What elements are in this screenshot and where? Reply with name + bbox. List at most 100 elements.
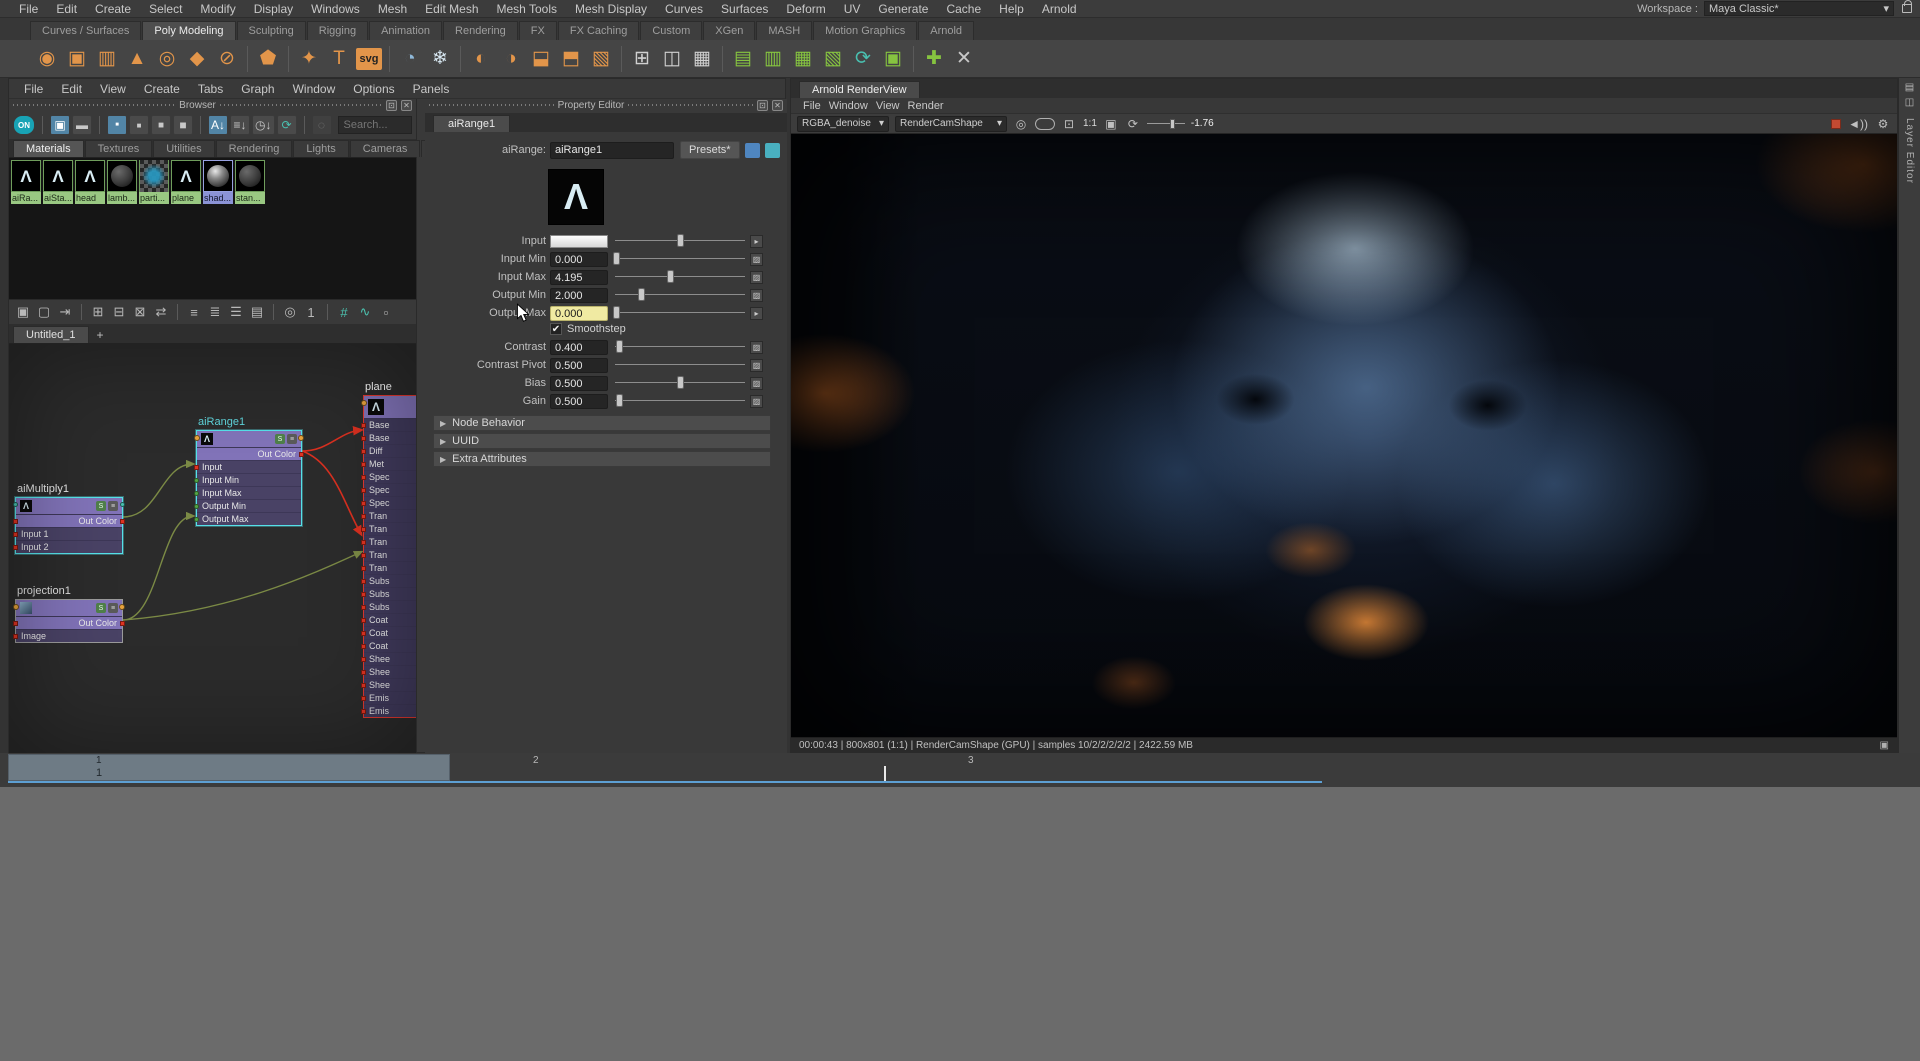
refresh-render-icon[interactable]: ⟳	[1125, 117, 1141, 131]
menu-item[interactable]: UV	[835, 2, 870, 16]
node-header[interactable]: ΛS≡	[197, 431, 301, 447]
swatch-size-xlarge-button[interactable]: ■	[173, 115, 193, 135]
shelf-smooth-icon[interactable]: ▧	[587, 45, 615, 73]
shelf-tab-rigging[interactable]: Rigging	[307, 21, 368, 40]
node-input-row[interactable]: Shee	[364, 665, 416, 678]
slider-handle[interactable]	[613, 252, 620, 265]
hypershade-menu-item[interactable]: File	[15, 82, 52, 96]
map-button[interactable]: ▨	[750, 289, 763, 302]
shelf-tab-animation[interactable]: Animation	[369, 21, 442, 40]
node-input-row[interactable]: Subs	[364, 574, 416, 587]
node-input-row[interactable]: Base	[364, 431, 416, 444]
material-tab-lights[interactable]: Lights	[293, 140, 348, 157]
menu-item[interactable]: Generate	[869, 2, 937, 16]
frame-all-icon[interactable]: ▣	[13, 302, 33, 322]
node-graph-canvas[interactable]: aiMultiply1ΛS≡Out ColorInput 1Input 2aiR…	[9, 343, 416, 755]
renderview-menu-item[interactable]: File	[803, 100, 829, 112]
search-nodes-icon[interactable]: ◎	[280, 302, 300, 322]
attribute-field[interactable]: 0.000	[550, 252, 608, 267]
node-port-orange[interactable]	[361, 400, 367, 406]
node-port-red[interactable]	[361, 514, 366, 519]
node-body[interactable]: S≡Out ColorImage	[15, 599, 123, 643]
node-input-row[interactable]: Coat	[364, 626, 416, 639]
node-input-row[interactable]: Tran	[364, 522, 416, 535]
show-graph-button[interactable]: ◌	[312, 115, 332, 135]
shelf-tab-rendering[interactable]: Rendering	[443, 21, 518, 40]
node-port-teal[interactable]	[120, 502, 125, 507]
grid-toggle-icon[interactable]: #	[334, 302, 354, 322]
node-port-red[interactable]	[361, 566, 366, 571]
panel-drag-dots[interactable]	[220, 104, 382, 106]
gear-icon[interactable]: ⚙	[1875, 117, 1891, 131]
node-input-row[interactable]: Output Min	[197, 499, 301, 512]
node-header[interactable]: ΛS≡	[16, 498, 122, 514]
node-aiMultiply1[interactable]: aiMultiply1ΛS≡Out ColorInput 1Input 2	[15, 483, 123, 554]
menu-item[interactable]: Mesh Display	[566, 2, 656, 16]
material-tab-cameras[interactable]: Cameras	[350, 140, 421, 157]
node-body[interactable]: ΛS≡Out ColorInput 1Input 2	[15, 497, 123, 554]
material-tab-textures[interactable]: Textures	[85, 140, 153, 157]
shelf-multi-cut-icon[interactable]: ⊞	[628, 45, 656, 73]
slider-handle[interactable]	[616, 340, 623, 353]
slider-handle[interactable]	[613, 306, 620, 319]
ramp-swatch[interactable]	[550, 235, 608, 248]
shelf-platonic-solid-icon[interactable]: ⬟	[254, 45, 282, 73]
node-port-red[interactable]	[361, 683, 366, 688]
hypershade-menu-item[interactable]: Tabs	[189, 82, 232, 96]
node-port-red[interactable]	[13, 545, 18, 550]
node-input-row[interactable]: Coat	[364, 639, 416, 652]
node-port-red[interactable]	[361, 657, 366, 662]
menu-item[interactable]: Surfaces	[712, 2, 777, 16]
attribute-field[interactable]: 0.500	[550, 394, 608, 409]
node-port-red[interactable]	[361, 605, 366, 610]
node-port-red[interactable]	[361, 488, 366, 493]
shelf-quad-draw-icon[interactable]: ▣	[879, 45, 907, 73]
shelf-bridge-icon[interactable]: ▥	[759, 45, 787, 73]
workspace-dropdown[interactable]: Maya Classic* ▾	[1704, 1, 1894, 16]
hypershade-menu-item[interactable]: Window	[284, 82, 345, 96]
snapshot-icon[interactable]: ⊡	[1061, 117, 1077, 131]
shelf-poly-text-icon[interactable]: T	[325, 45, 353, 73]
map-button[interactable]: ▨	[750, 359, 763, 372]
attribute-field[interactable]: 2.000	[550, 288, 608, 303]
crop-icon[interactable]: ▣	[1103, 117, 1119, 131]
node-input-row[interactable]: Shee	[364, 678, 416, 691]
node-port-green[interactable]	[194, 504, 199, 509]
renderview-tab[interactable]: Arnold RenderView	[799, 81, 920, 98]
shelf-separate-icon[interactable]: ⬒	[557, 45, 585, 73]
float-panel-icon[interactable]: ⊡	[386, 100, 397, 111]
view-swatch-mode-button[interactable]: ▣	[50, 115, 70, 135]
collapsible-section-header[interactable]: ▶ Node Behavior	[433, 415, 771, 431]
node-badge[interactable]: S	[96, 603, 106, 613]
menu-item[interactable]: Edit Mesh	[416, 2, 487, 16]
node-input-row[interactable]: Coat	[364, 613, 416, 626]
display-connected-icon[interactable]: ≣	[205, 302, 225, 322]
renderview-menu-item[interactable]: View	[876, 100, 908, 112]
slider-handle[interactable]	[677, 376, 684, 389]
node-input-row[interactable]: Spec	[364, 483, 416, 496]
menu-item[interactable]: Select	[140, 2, 191, 16]
node-body[interactable]: ΛS≡Out ColorInputInput MinInput MaxOutpu…	[196, 430, 302, 526]
shelf-tab-fx[interactable]: FX	[519, 21, 557, 40]
node-output-row[interactable]: Out Color	[16, 616, 122, 629]
menu-item[interactable]: Mesh	[369, 2, 416, 16]
node-port-orange[interactable]	[194, 435, 200, 441]
search-input[interactable]	[338, 116, 413, 134]
swatch-size-medium-button[interactable]: ■	[129, 115, 149, 135]
node-port-red[interactable]	[361, 462, 366, 467]
menu-item[interactable]: Arnold	[1033, 2, 1086, 16]
material-swatch-plane[interactable]: Λplane	[171, 160, 201, 204]
playback-range[interactable]	[8, 754, 450, 781]
remove-from-graph-icon[interactable]: ⊟	[109, 302, 129, 322]
menu-item[interactable]: Windows	[302, 2, 369, 16]
node-port-red[interactable]	[13, 519, 18, 524]
lock-icon[interactable]	[1902, 4, 1912, 13]
node-input-row[interactable]: Base	[364, 418, 416, 431]
clear-graph-icon[interactable]: ⊠	[130, 302, 150, 322]
menu-item[interactable]: Help	[990, 2, 1033, 16]
node-editor-tab[interactable]: Untitled_1	[13, 326, 89, 343]
property-editor-node-tab[interactable]: aiRange1	[433, 115, 510, 132]
map-button[interactable]: ▨	[750, 377, 763, 390]
node-port-red[interactable]	[361, 618, 366, 623]
node-name-field[interactable]: aiRange1	[550, 142, 674, 159]
